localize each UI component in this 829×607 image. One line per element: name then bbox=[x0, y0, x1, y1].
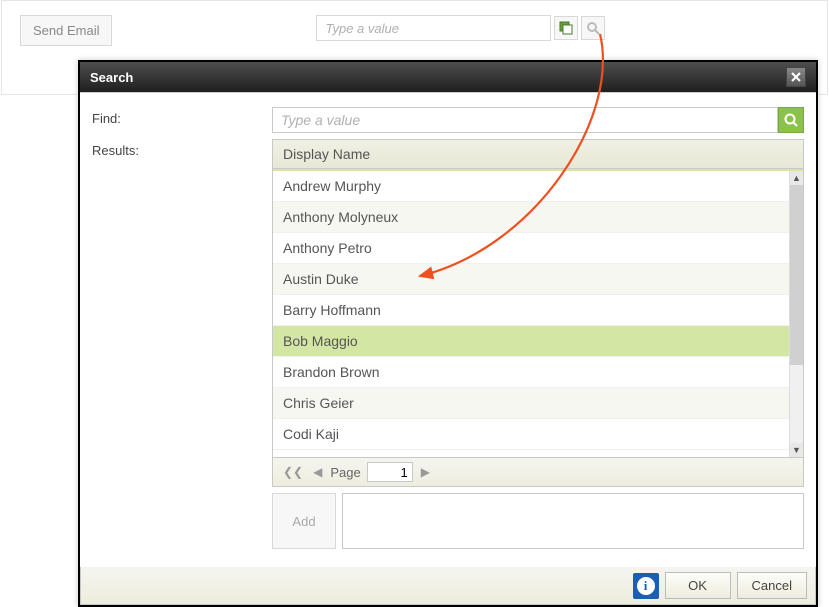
page-input[interactable] bbox=[367, 462, 413, 482]
search-icon[interactable] bbox=[581, 16, 605, 40]
table-row[interactable]: Barry Hoffmann bbox=[273, 295, 789, 326]
find-search-button[interactable] bbox=[778, 107, 804, 133]
table-row[interactable]: Chris Geier bbox=[273, 388, 789, 419]
scroll-up-icon[interactable]: ▲ bbox=[790, 171, 803, 185]
first-page-icon[interactable]: ❮❮ bbox=[281, 465, 305, 479]
results-label: Results: bbox=[92, 139, 272, 158]
scroll-down-icon[interactable]: ▼ bbox=[790, 443, 803, 457]
results-grid: Display Name Andrew MurphyAnthony Molyne… bbox=[272, 139, 804, 458]
dialog-title: Search bbox=[90, 70, 133, 85]
send-email-button[interactable]: Send Email bbox=[20, 15, 112, 46]
table-row[interactable]: Bob Maggio bbox=[273, 326, 789, 357]
scroll-thumb[interactable] bbox=[790, 185, 803, 365]
table-row[interactable]: Anthony Molyneux bbox=[273, 202, 789, 233]
table-row[interactable]: Andrew Murphy bbox=[273, 171, 789, 202]
scrollbar[interactable]: ▲ ▼ bbox=[789, 171, 803, 457]
find-label: Find: bbox=[92, 107, 272, 126]
add-button[interactable]: Add bbox=[272, 493, 336, 549]
table-row[interactable]: Anthony Petro bbox=[273, 233, 789, 264]
find-input[interactable] bbox=[272, 107, 778, 133]
close-icon[interactable] bbox=[786, 67, 806, 87]
pager: ❮❮ ◀ Page ▶ bbox=[272, 458, 804, 487]
column-header[interactable]: Display Name bbox=[273, 140, 803, 169]
selection-box[interactable] bbox=[342, 493, 804, 549]
table-row[interactable]: Codi Kaji bbox=[273, 419, 789, 450]
top-value-input[interactable] bbox=[316, 15, 551, 41]
search-dialog: Search Find: Results: Display Name Andre… bbox=[78, 60, 818, 607]
prev-page-icon[interactable]: ◀ bbox=[311, 465, 324, 479]
dialog-footer: i OK Cancel bbox=[80, 567, 816, 605]
page-label: Page bbox=[330, 465, 360, 480]
table-row[interactable]: Austin Duke bbox=[273, 264, 789, 295]
dialog-title-bar: Search bbox=[80, 62, 816, 92]
next-page-icon[interactable]: ▶ bbox=[419, 465, 432, 479]
dropdown-icon[interactable] bbox=[554, 16, 578, 40]
top-bar: Send Email bbox=[2, 1, 827, 60]
table-row[interactable]: Brandon Brown bbox=[273, 357, 789, 388]
